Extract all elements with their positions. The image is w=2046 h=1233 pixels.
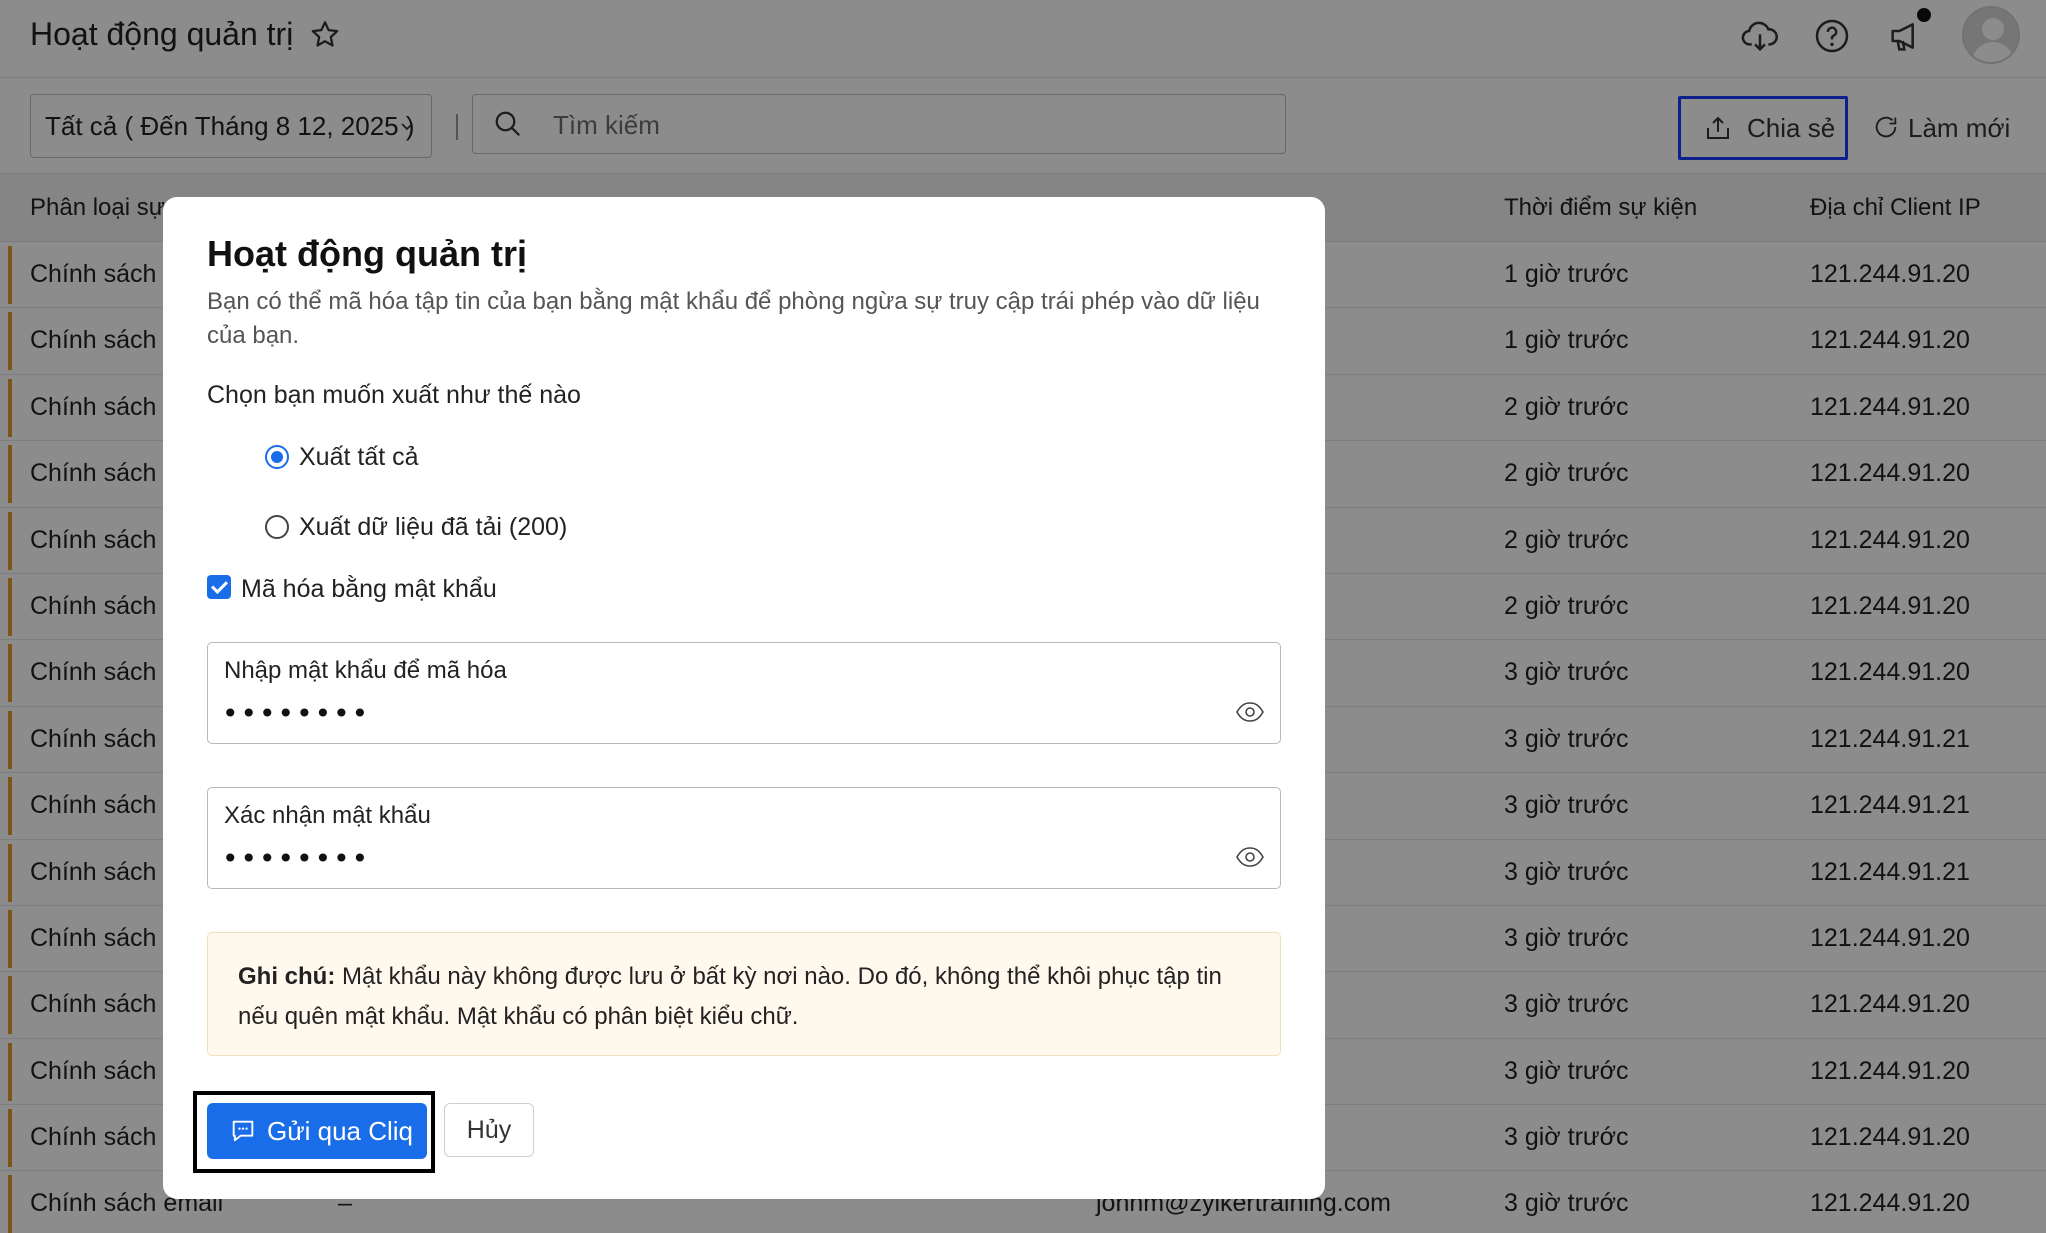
password-note: Ghi chú: Mật khẩu này không được lưu ở b… (207, 932, 1281, 1056)
export-dialog: Hoạt động quản trị Bạn có thể mã hóa tập… (163, 197, 1325, 1199)
confirm-password-label: Xác nhận mật khẩu (224, 802, 431, 829)
radio-button[interactable] (265, 515, 289, 539)
eye-icon[interactable] (1236, 846, 1264, 868)
encrypt-checkbox-label: Mã hóa bằng mật khẩu (241, 575, 497, 603)
encrypt-checkbox[interactable] (207, 575, 231, 599)
send-via-cliq-button[interactable]: Gửi qua Cliq (207, 1103, 427, 1159)
confirm-password-input[interactable] (222, 838, 1182, 878)
chat-icon (232, 1120, 254, 1142)
radio-button-selected[interactable] (265, 445, 289, 469)
note-text: Mật khẩu này không được lưu ở bất kỳ nơi… (238, 963, 1222, 1030)
note-heading: Ghi chú: (238, 963, 336, 990)
eye-icon[interactable] (1236, 701, 1264, 723)
password-field[interactable]: Nhập mật khẩu để mã hóa (207, 642, 1281, 744)
password-field-label: Nhập mật khẩu để mã hóa (224, 657, 507, 684)
password-input[interactable] (222, 693, 1182, 733)
radio-export-all-label: Xuất tất cả (299, 443, 419, 471)
dialog-title: Hoạt động quản trị (207, 233, 527, 274)
send-button-label: Gửi qua Cliq (267, 1116, 414, 1146)
radio-export-loaded-label: Xuất dữ liệu đã tải (200) (299, 513, 568, 541)
export-choice-label: Chọn bạn muốn xuất như thế nào (207, 381, 581, 409)
confirm-password-field[interactable]: Xác nhận mật khẩu (207, 787, 1281, 889)
dialog-description: Bạn có thể mã hóa tập tin của bạn bằng m… (207, 288, 1260, 349)
cancel-button[interactable]: Hủy (444, 1103, 534, 1157)
